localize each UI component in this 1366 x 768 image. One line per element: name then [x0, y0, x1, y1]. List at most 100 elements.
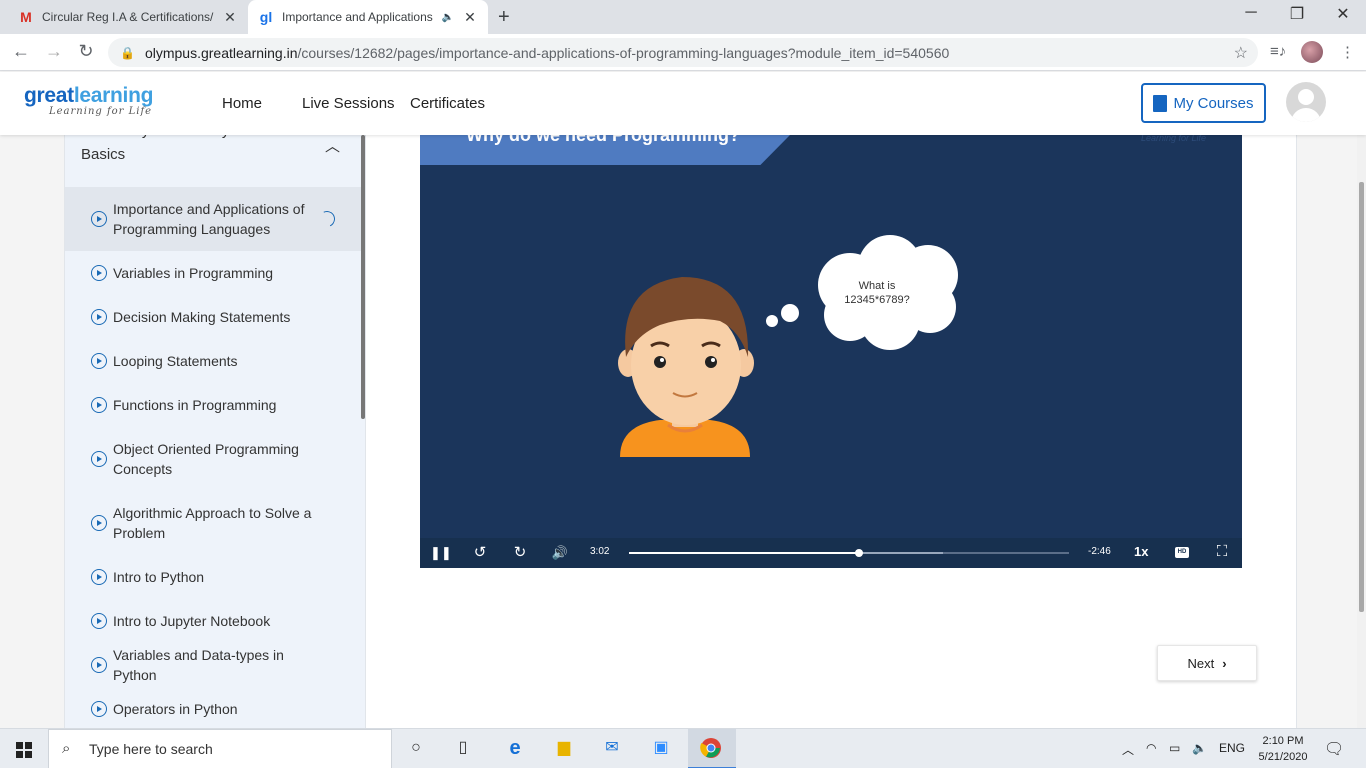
chrome-icon[interactable]: [700, 737, 722, 759]
thought-dot: [781, 304, 799, 322]
menu-icon[interactable]: ⋮: [1340, 43, 1355, 61]
seek-handle[interactable]: [855, 549, 864, 557]
module-item[interactable]: Algorithmic Approach to Solve a Problem: [65, 491, 361, 555]
module-item-label: Object Oriented Programming Concepts: [113, 441, 299, 477]
file-explorer-icon[interactable]: ▆: [553, 737, 575, 759]
remaining-time: -2:46: [1088, 546, 1111, 557]
play-circle-icon: [91, 515, 107, 531]
play-circle-icon: [91, 657, 107, 673]
mail-icon[interactable]: ✉: [601, 737, 623, 759]
page-scrollbar[interactable]: [1357, 72, 1366, 728]
fullscreen-icon[interactable]: ⛶: [1212, 543, 1232, 560]
module-item[interactable]: Operators in Python: [65, 687, 361, 728]
forward-icon[interactable]: ↻: [510, 543, 530, 561]
lock-icon: 🔒: [120, 45, 135, 60]
module-item[interactable]: Intro to Python: [65, 555, 361, 599]
back-button[interactable]: ←: [9, 41, 33, 62]
module-item-label: Intro to Python: [113, 569, 205, 585]
module-item[interactable]: Functions in Programming: [65, 383, 361, 427]
play-circle-icon: [91, 265, 107, 281]
chevron-up-icon[interactable]: ︿: [325, 135, 340, 156]
module-item-label: Variables in Programming: [113, 265, 274, 281]
tab-greatlearning[interactable]: gl Importance and Applications 🔈 ✕: [248, 0, 488, 34]
close-window-button[interactable]: ✕: [1320, 4, 1366, 24]
my-courses-label: My Courses: [1173, 94, 1254, 112]
rewind-icon[interactable]: ↺: [470, 543, 490, 561]
user-avatar[interactable]: [1286, 82, 1326, 122]
network-icon[interactable]: ◠: [1146, 741, 1156, 755]
close-tab-icon[interactable]: ✕: [222, 9, 238, 26]
windows-taskbar: ⌕ Type here to search ○ ▯ e ▆ ✉ ▣ ︿ ◠ ▭ …: [0, 728, 1366, 768]
volume-tray-icon[interactable]: 🔈: [1192, 741, 1207, 755]
boy-eye-left: [654, 356, 666, 368]
taskbar-clock[interactable]: 2:10 PM 5/21/2020: [1255, 733, 1311, 765]
tab-gmail[interactable]: M Circular Reg I.A & Certifications/ ✕: [8, 0, 248, 34]
module-sidebar: Intro to Python and Python Basics ︿ Impo…: [64, 135, 366, 728]
thought-text: What is 12345*6789?: [830, 279, 924, 307]
playback-speed-button[interactable]: 1x: [1134, 544, 1148, 559]
module-item-label: Importance and Applications of Programmi…: [113, 201, 305, 237]
played-bar: [629, 552, 860, 554]
forward-button[interactable]: →: [42, 41, 66, 62]
my-courses-button[interactable]: My Courses: [1141, 83, 1266, 123]
hd-quality-icon[interactable]: HD: [1175, 547, 1189, 558]
module-item-label: Looping Statements: [113, 353, 238, 369]
language-indicator[interactable]: ENG: [1219, 741, 1245, 755]
close-tab-icon[interactable]: ✕: [462, 9, 478, 26]
search-icon: ⌕: [62, 740, 71, 757]
module-item[interactable]: Importance and Applications of Programmi…: [65, 187, 361, 251]
media-control-icon[interactable]: ≡♪: [1270, 43, 1286, 60]
reload-button[interactable]: ↻: [74, 41, 98, 62]
chevron-up-icon[interactable]: ︿: [1122, 741, 1134, 758]
pause-icon[interactable]: ❚❚: [430, 545, 452, 561]
audio-playing-icon[interactable]: 🔈: [442, 12, 454, 23]
next-button[interactable]: Next ›: [1157, 645, 1257, 681]
video-frame-illustration: [618, 235, 958, 457]
volume-icon[interactable]: 🔊: [550, 545, 570, 561]
nav-home[interactable]: Home: [222, 95, 262, 112]
module-item[interactable]: Intro to Jupyter Notebook: [65, 599, 361, 643]
notification-icon[interactable]: 🗨: [1324, 739, 1344, 759]
module-item-label: Decision Making Statements: [113, 309, 291, 325]
module-item[interactable]: Variables and Data-types in Python: [65, 643, 361, 687]
nav-certificates[interactable]: Certificates: [410, 95, 485, 112]
profile-avatar[interactable]: [1301, 41, 1323, 63]
play-circle-icon: [91, 569, 107, 585]
url-host: olympus.greatlearning.in: [144, 44, 298, 61]
minimize-button[interactable]: ─: [1228, 4, 1274, 22]
page-scroll-thumb[interactable]: [1359, 182, 1364, 612]
new-tab-button[interactable]: +: [498, 6, 510, 29]
taskbar-search[interactable]: ⌕ Type here to search: [48, 729, 392, 768]
nav-live-sessions[interactable]: Live Sessions: [302, 95, 395, 112]
url-path: /courses/12682/pages/importance-and-appl…: [297, 44, 950, 61]
play-circle-icon: [91, 613, 107, 629]
video-player[interactable]: Why do we need Programming? Learning for…: [420, 135, 1242, 568]
edge-icon[interactable]: e: [504, 737, 526, 759]
taskbar-search-placeholder: Type here to search: [89, 741, 213, 757]
module-item-label: Functions in Programming: [113, 397, 277, 413]
greatlearning-logo[interactable]: greatlearning Learning for Life: [24, 85, 153, 117]
site-header: greatlearning Learning for Life Home Liv…: [0, 72, 1366, 135]
zoom-icon[interactable]: ▣: [650, 737, 672, 759]
browser-tabstrip: M Circular Reg I.A & Certifications/ ✕ g…: [0, 0, 1366, 34]
module-item[interactable]: Variables in Programming: [65, 251, 361, 295]
gmail-icon: M: [20, 9, 32, 25]
bookmark-star-icon[interactable]: ☆: [1234, 43, 1248, 63]
play-circle-icon: [91, 211, 107, 227]
module-section-title[interactable]: Intro to Python and Python Basics: [81, 135, 291, 167]
windows-start-icon[interactable]: [16, 742, 32, 758]
battery-icon[interactable]: ▭: [1169, 741, 1180, 755]
cortana-icon[interactable]: ○: [405, 737, 427, 759]
task-view-icon[interactable]: ▯: [452, 737, 474, 759]
module-item-label: Algorithmic Approach to Solve a Problem: [113, 505, 312, 541]
restore-button[interactable]: ❐: [1274, 4, 1320, 24]
module-item[interactable]: Object Oriented Programming Concepts: [65, 427, 361, 491]
module-item[interactable]: Looping Statements: [65, 339, 361, 383]
play-circle-icon: [91, 701, 107, 717]
progress-track[interactable]: [629, 549, 1069, 557]
play-circle-icon: [91, 397, 107, 413]
module-item-label: Intro to Jupyter Notebook: [113, 613, 271, 629]
address-bar[interactable]: 🔒 olympus.greatlearning.in/courses/12682…: [108, 38, 1258, 67]
module-item[interactable]: Decision Making Statements: [65, 295, 361, 339]
sidebar-scrollbar[interactable]: [361, 135, 365, 419]
